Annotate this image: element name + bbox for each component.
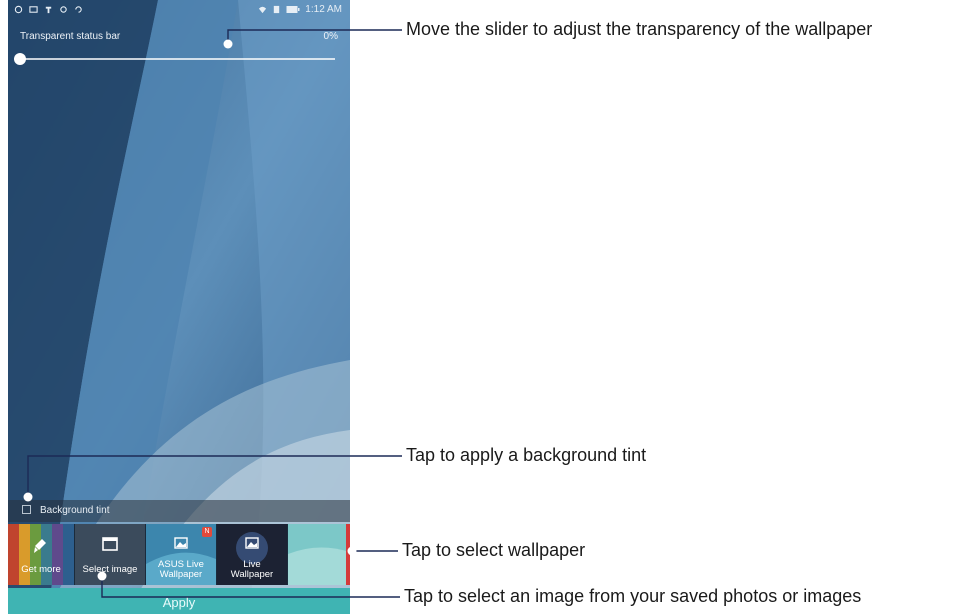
gallery-icon [29,6,38,13]
new-badge: N [202,527,212,537]
thumb-label: Get more [21,564,61,575]
thumb-wallpaper-option[interactable] [288,524,350,585]
wallpaper-option-preview [288,524,350,585]
thumb-get-more[interactable]: Get more [8,524,74,585]
wifi-icon [259,6,267,14]
callout-tint: Tap to apply a background tint [406,445,647,465]
callout-wallpaper: Tap to select wallpaper [402,540,586,560]
image-icon [174,537,188,549]
battery-icon [286,6,300,13]
gallery-icon [102,537,118,551]
sync-icon [75,6,82,13]
thumb-label: Select image [82,564,138,575]
image-icon [245,537,259,549]
shirt-icon [45,6,52,14]
transparency-label: Transparent status bar [20,31,121,42]
wallpaper-thumbnails: Get more Select image N ASUS Live Wallpa… [8,524,350,585]
transparency-slider[interactable] [14,53,335,65]
background-tint-label: Background tint [40,505,110,516]
apply-button[interactable]: Apply [8,588,350,614]
thumb-live-wallpaper[interactable]: Live Wallpaper [217,524,287,585]
record-icon [60,6,67,13]
thumb-select-image[interactable]: Select image [75,524,145,585]
background-tint-checkbox[interactable] [22,505,31,514]
brush-icon [34,539,46,553]
transparency-value: 0% [323,31,338,42]
notification-icon [14,5,23,14]
apply-label: Apply [162,595,196,610]
callout-slider: Move the slider to adjust the transparen… [406,19,873,39]
phone-screen: 1:12 AM Transparent status bar 0% Backgr… [8,0,350,614]
sim-icon [274,5,280,14]
slider-thumb[interactable] [14,53,26,65]
get-more-background [8,524,74,585]
callout-select-image: Tap to select an image from your saved p… [404,586,862,606]
status-time: 1:12 AM [305,4,342,15]
background-tint-bar[interactable]: Background tint [8,500,350,522]
thumb-asus-live-wallpaper[interactable]: N ASUS Live Wallpaper [146,524,216,585]
thumb-label: Live Wallpaper [230,559,274,580]
status-bar: 1:12 AM [8,0,350,20]
thumb-label: ASUS Live Wallpaper [158,559,204,580]
